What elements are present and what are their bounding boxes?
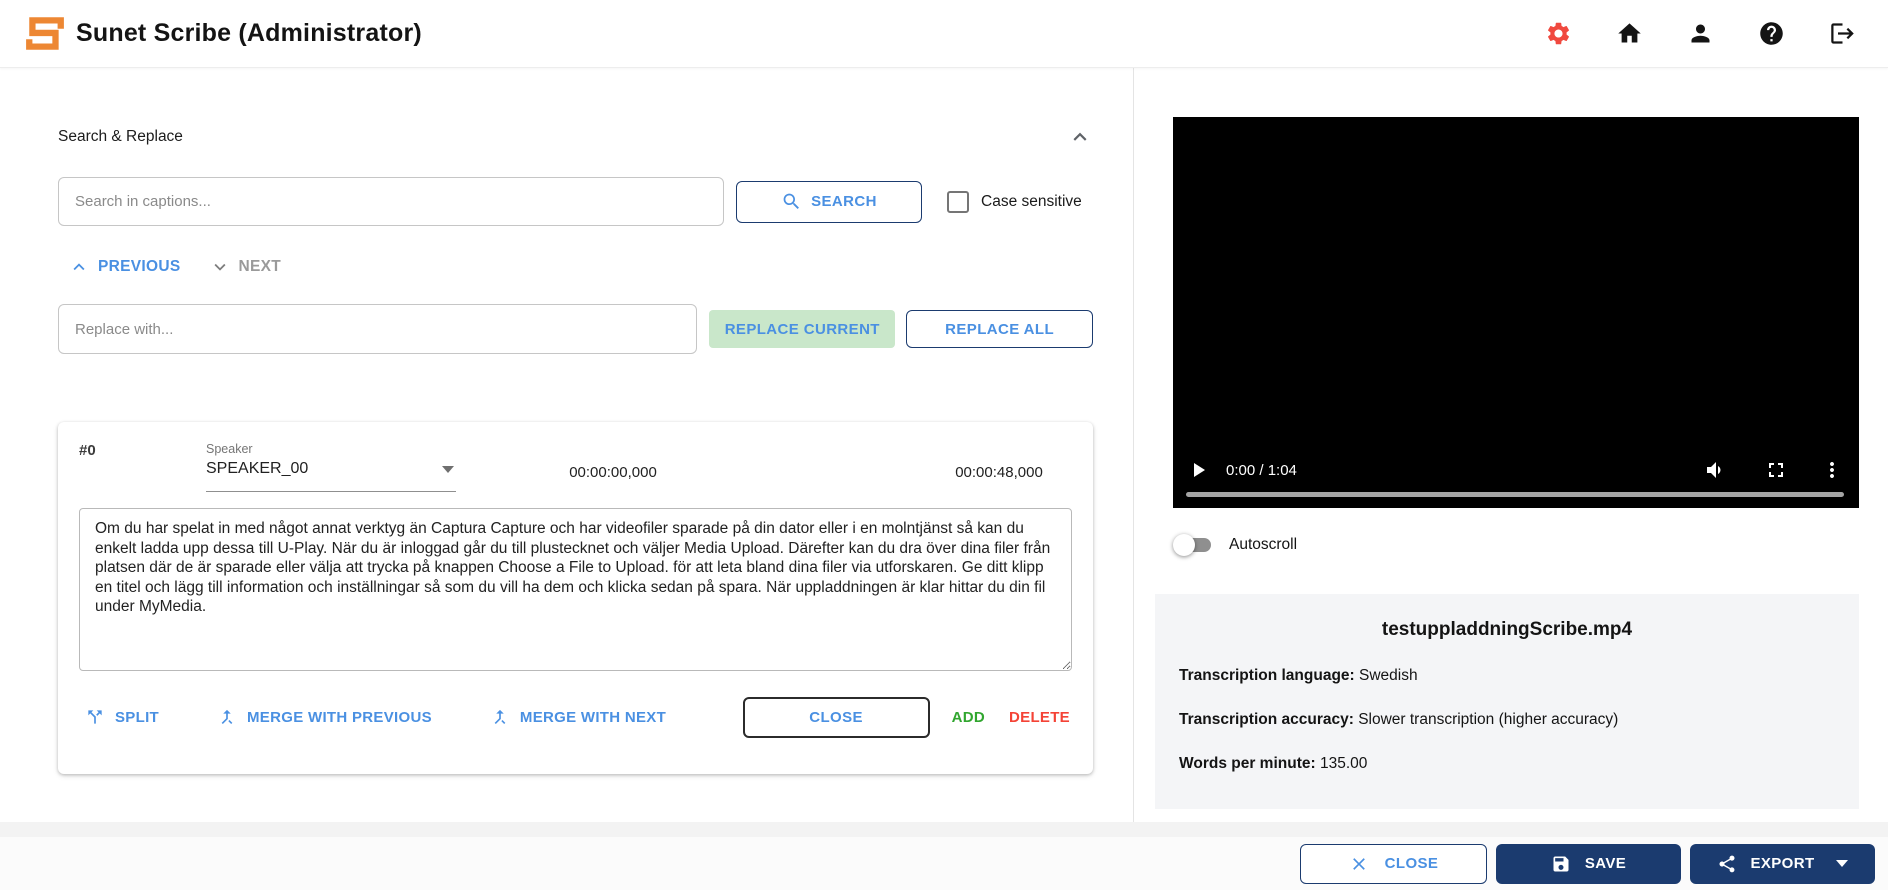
next-match-button[interactable]: NEXT — [209, 256, 282, 278]
merge-with-previous-button[interactable]: MERGE WITH PREVIOUS — [217, 707, 432, 727]
caption-text-input[interactable]: Om du har spelat in med något annat verk… — [79, 508, 1072, 671]
close-x-icon — [1349, 854, 1369, 874]
caption-close-button[interactable]: CLOSE — [743, 697, 930, 738]
caption-meta-row: #0 Speaker SPEAKER_00 00:00:00,000 00:00… — [79, 438, 1072, 492]
split-icon — [85, 707, 105, 727]
autoscroll-toggle[interactable] — [1173, 533, 1213, 557]
export-button[interactable]: EXPORT — [1690, 844, 1875, 884]
settings-icon[interactable] — [1545, 20, 1572, 47]
chevron-up-icon — [68, 256, 90, 278]
case-sensitive-checkbox[interactable] — [947, 191, 969, 213]
sunet-scribe-logo-icon — [24, 13, 66, 55]
merge-icon — [217, 707, 237, 727]
search-input[interactable] — [58, 177, 724, 226]
more-options-icon[interactable] — [1820, 458, 1844, 482]
video-progress-bar[interactable] — [1186, 492, 1844, 497]
transcription-language-line: Transcription language: Swedish — [1179, 667, 1835, 685]
merge-icon — [490, 707, 510, 727]
media-panel-column: 0:00 / 1:04 Autoscroll t — [1134, 68, 1888, 822]
replace-all-button[interactable]: REPLACE ALL — [906, 310, 1093, 348]
editor-panel: Search & Replace SEARCH Case sensitive — [0, 68, 1134, 822]
export-dropdown-caret-icon — [1836, 860, 1848, 867]
merge-previous-label: MERGE WITH PREVIOUS — [247, 709, 432, 726]
add-caption-button[interactable]: ADD — [952, 709, 985, 726]
fullscreen-icon[interactable] — [1764, 458, 1788, 482]
split-label: SPLIT — [115, 709, 159, 726]
play-icon[interactable] — [1186, 458, 1210, 482]
transcription-accuracy-value: Slower transcription (higher accuracy) — [1358, 711, 1618, 728]
footer-close-label: CLOSE — [1385, 855, 1439, 872]
split-button[interactable]: SPLIT — [85, 707, 159, 727]
transcription-language-label: Transcription language: — [1179, 667, 1355, 684]
caption-end-time: 00:00:48,000 — [944, 464, 1054, 481]
footer-action-bar: CLOSE SAVE EXPORT — [0, 837, 1888, 890]
words-per-minute-line: Words per minute: 135.00 — [1179, 755, 1835, 773]
autoscroll-row: Autoscroll — [1173, 533, 1888, 557]
replace-input[interactable] — [58, 304, 697, 354]
search-navigation-row: PREVIOUS NEXT — [68, 256, 1093, 278]
case-sensitive-label: Case sensitive — [981, 193, 1082, 211]
help-icon[interactable] — [1758, 20, 1785, 47]
speaker-select[interactable]: Speaker SPEAKER_00 — [206, 442, 456, 492]
search-button[interactable]: SEARCH — [736, 181, 922, 223]
collapse-chevron-up-icon[interactable] — [1067, 124, 1093, 150]
media-info-panel: testuppladdningScribe.mp4 Transcription … — [1155, 594, 1859, 809]
logout-icon[interactable] — [1829, 20, 1856, 47]
search-row: SEARCH Case sensitive — [58, 177, 1093, 226]
home-icon[interactable] — [1616, 20, 1643, 47]
app-title: Sunet Scribe (Administrator) — [76, 19, 422, 48]
export-label: EXPORT — [1750, 855, 1814, 872]
delete-caption-button[interactable]: DELETE — [1009, 709, 1070, 726]
words-per-minute-label: Words per minute: — [1179, 755, 1316, 772]
words-per-minute-value: 135.00 — [1320, 755, 1367, 772]
main-area: Search & Replace SEARCH Case sensitive — [0, 68, 1888, 822]
replace-current-button[interactable]: REPLACE CURRENT — [709, 310, 895, 348]
save-label: SAVE — [1585, 855, 1626, 872]
previous-match-button[interactable]: PREVIOUS — [68, 256, 181, 278]
replace-row: REPLACE CURRENT REPLACE ALL — [58, 304, 1093, 354]
header-icon-bar — [1545, 20, 1856, 47]
merge-with-next-button[interactable]: MERGE WITH NEXT — [490, 707, 666, 727]
share-export-icon — [1717, 854, 1737, 874]
video-player[interactable]: 0:00 / 1:04 — [1173, 117, 1859, 508]
caption-actions-row: SPLIT MERGE WITH PREVIOUS MERGE WITH NEX… — [79, 696, 1072, 738]
search-replace-title: Search & Replace — [58, 128, 183, 146]
save-floppy-icon — [1551, 854, 1571, 874]
footer-divider-band — [0, 822, 1888, 837]
autoscroll-label: Autoscroll — [1229, 536, 1297, 554]
caption-start-time: 00:00:00,000 — [558, 464, 668, 481]
caption-card: #0 Speaker SPEAKER_00 00:00:00,000 00:00… — [58, 422, 1093, 774]
footer-close-button[interactable]: CLOSE — [1300, 844, 1487, 884]
dropdown-caret-icon — [442, 466, 454, 473]
previous-label: PREVIOUS — [98, 258, 181, 276]
search-icon — [781, 191, 802, 212]
speaker-field-label: Speaker — [206, 442, 456, 456]
transcription-accuracy-line: Transcription accuracy: Slower transcrip… — [1179, 711, 1835, 729]
next-label: NEXT — [239, 258, 282, 276]
speaker-value: SPEAKER_00 — [206, 460, 308, 478]
search-button-label: SEARCH — [811, 193, 877, 210]
media-filename: testuppladdningScribe.mp4 — [1179, 619, 1835, 641]
search-replace-header: Search & Replace — [58, 124, 1093, 150]
volume-icon[interactable] — [1704, 458, 1728, 482]
save-button[interactable]: SAVE — [1496, 844, 1681, 884]
person-icon[interactable] — [1687, 20, 1714, 47]
merge-next-label: MERGE WITH NEXT — [520, 709, 666, 726]
video-time-display: 0:00 / 1:04 — [1226, 462, 1297, 479]
caption-index: #0 — [79, 442, 103, 459]
chevron-down-icon — [209, 256, 231, 278]
transcription-accuracy-label: Transcription accuracy: — [1179, 711, 1354, 728]
transcription-language-value: Swedish — [1359, 667, 1418, 684]
app-header: Sunet Scribe (Administrator) — [0, 0, 1888, 68]
case-sensitive-option[interactable]: Case sensitive — [947, 191, 1082, 213]
video-controls: 0:00 / 1:04 — [1186, 458, 1844, 482]
